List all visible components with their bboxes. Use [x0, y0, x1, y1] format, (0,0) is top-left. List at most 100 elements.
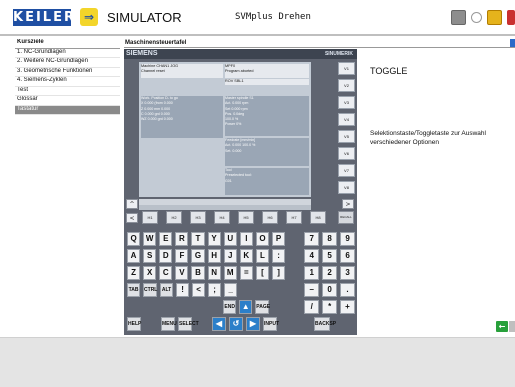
search-icon[interactable] [471, 12, 482, 23]
cursor-up-icon[interactable]: ▲ [239, 300, 253, 314]
key-bracket-open[interactable]: [ [255, 266, 269, 280]
key-s[interactable]: S [143, 249, 157, 263]
screen-tool-status: Tool Preselected tool: G01 [225, 168, 309, 195]
key-x[interactable]: X [143, 266, 157, 280]
key-underscore[interactable]: _ [224, 283, 238, 297]
nav-item-weitere-nc-grundlagen[interactable]: 2. Weitere NC-Grundlagen [15, 58, 120, 68]
key-less-than[interactable]: < [192, 283, 206, 297]
key-9[interactable]: 9 [340, 232, 356, 246]
key-t[interactable]: T [191, 232, 205, 246]
menu-extend-right-icon[interactable]: > [342, 199, 354, 209]
key-w[interactable]: W [143, 232, 157, 246]
key-multiply[interactable]: * [322, 300, 338, 314]
key-6[interactable]: 6 [340, 249, 356, 263]
softkey-v2[interactable]: V2 [338, 79, 355, 92]
key-u[interactable]: U [223, 232, 237, 246]
key-f[interactable]: F [175, 249, 189, 263]
key-2[interactable]: 2 [322, 266, 338, 280]
softkey-h7[interactable]: H7 [286, 211, 302, 224]
cursor-right-icon[interactable]: ▶ [246, 317, 260, 331]
softkey-v1[interactable]: V1 [338, 62, 355, 75]
back-arrow-button[interactable]: ← [496, 321, 508, 332]
key-5[interactable]: 5 [322, 249, 338, 263]
softkey-h2[interactable]: H2 [166, 211, 182, 224]
key-l[interactable]: L [255, 249, 269, 263]
key-tab[interactable]: TAB [127, 283, 141, 297]
softkey-v8[interactable]: V8 [338, 181, 355, 194]
softkey-v5[interactable]: V5 [338, 130, 355, 143]
user-icon[interactable] [487, 10, 502, 25]
key-7[interactable]: 7 [304, 232, 320, 246]
key-r[interactable]: R [175, 232, 189, 246]
softkey-h1[interactable]: H1 [142, 211, 158, 224]
key-y[interactable]: Y [207, 232, 221, 246]
key-c[interactable]: C [159, 266, 173, 280]
recall-key[interactable]: RECALL [338, 211, 354, 224]
key-menu[interactable]: MENU [161, 317, 177, 331]
softkey-h8[interactable]: H8 [310, 211, 326, 224]
key-slash[interactable]: / [304, 300, 320, 314]
softkey-h5[interactable]: H5 [238, 211, 254, 224]
key-bracket-close[interactable]: ] [271, 266, 286, 280]
key-b[interactable]: B [191, 266, 205, 280]
key-h[interactable]: H [207, 249, 221, 263]
key-help[interactable]: HELP [127, 317, 141, 331]
key-0[interactable]: 0 [322, 283, 338, 297]
nav-item-kursziele[interactable]: Kursziele [15, 39, 120, 49]
key-alt[interactable]: ALT [160, 283, 174, 297]
key-m[interactable]: M [223, 266, 237, 280]
area-switch-left-icon[interactable]: < [126, 213, 138, 223]
key-d[interactable]: D [159, 249, 173, 263]
key-p[interactable]: P [271, 232, 286, 246]
key-i[interactable]: I [239, 232, 253, 246]
key-4[interactable]: 4 [304, 249, 320, 263]
key-q[interactable]: Q [127, 232, 141, 246]
calculator-icon[interactable] [451, 10, 466, 25]
key-n[interactable]: N [207, 266, 221, 280]
select-toggle-icon[interactable]: ↺ [229, 317, 243, 331]
key-a[interactable]: A [127, 249, 141, 263]
key-select[interactable]: SELECT [178, 317, 199, 331]
softkey-v6[interactable]: V6 [338, 147, 355, 160]
key-ctrl[interactable]: CTRL [143, 283, 157, 297]
softkey-h3[interactable]: H3 [190, 211, 206, 224]
softkey-v4[interactable]: V4 [338, 113, 355, 126]
key-j[interactable]: J [223, 249, 237, 263]
key-exclamation[interactable]: ! [176, 283, 190, 297]
screen-spindle-status: Master spindle S1 Act. 0.000 rpm Set 0.0… [225, 96, 309, 136]
key-3[interactable]: 3 [340, 266, 356, 280]
key-end[interactable]: END [223, 300, 237, 314]
softkey-v7[interactable]: V7 [338, 164, 355, 177]
key-z[interactable]: Z [127, 266, 141, 280]
key-1[interactable]: 1 [304, 266, 320, 280]
key-v[interactable]: V [175, 266, 189, 280]
key-o[interactable]: O [255, 232, 269, 246]
nav-item-siemens-zyklen[interactable]: 4. Siemens-Zyklen [15, 77, 120, 87]
key-k[interactable]: K [239, 249, 253, 263]
key-page-up[interactable]: PAGE [255, 300, 270, 314]
key-e[interactable]: E [159, 232, 173, 246]
key-backspace[interactable]: BACKSP [314, 317, 336, 331]
softkey-h6[interactable]: H6 [262, 211, 278, 224]
nav-item-test[interactable]: Test [15, 87, 120, 96]
nav-item-glossar[interactable]: Glossar [15, 96, 120, 106]
key-dot[interactable]: . [340, 283, 355, 297]
nav-item-tastatur[interactable]: Tastatur [15, 105, 120, 115]
area-switch-up-icon[interactable]: ^ [126, 199, 138, 209]
cursor-left-icon[interactable]: ◀ [212, 317, 226, 331]
key-minus[interactable]: – [304, 283, 320, 297]
nav-item-nc-grundlagen[interactable]: 1. NC-Grundlagen [15, 49, 120, 58]
key-8[interactable]: 8 [322, 232, 338, 246]
key-colon[interactable]: : [271, 249, 286, 263]
softkey-v3[interactable]: V3 [338, 96, 355, 109]
key-equals[interactable]: = [239, 266, 253, 280]
screen-override-status: ROV SBL1 [225, 79, 309, 85]
key-g[interactable]: G [191, 249, 205, 263]
nav-item-geometrische-funktionen[interactable]: 3. Geometrische Funktionen [15, 68, 120, 77]
key-input[interactable]: INPUT [263, 317, 279, 331]
key-semicolon[interactable]: ; [208, 283, 222, 297]
softkey-h4[interactable]: H4 [214, 211, 230, 224]
key-plus[interactable]: + [340, 300, 355, 314]
exit-icon[interactable] [507, 10, 515, 25]
forward-arrow-button[interactable] [509, 321, 515, 332]
